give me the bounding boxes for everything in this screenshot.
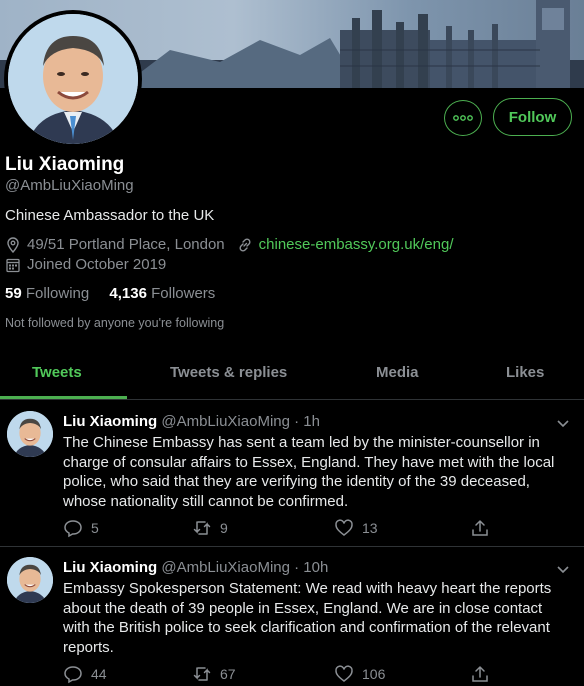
profile-meta-joined-row: Joined October 2019: [5, 256, 166, 273]
location-pin-icon: [5, 236, 21, 253]
tweet-item[interactable]: Liu Xiaoming @AmbLiuXiaoMing · 1h The Ch…: [0, 401, 584, 547]
profile-tabs: Tweets Tweets & replies Media Likes: [0, 350, 584, 400]
tab-tweets[interactable]: Tweets: [32, 364, 82, 381]
tweet-header: Liu Xiaoming @AmbLiuXiaoMing · 10h: [63, 559, 328, 576]
tweet-author-name[interactable]: Liu Xiaoming: [63, 413, 157, 430]
reply-icon: [63, 518, 83, 538]
not-followed-note: Not followed by anyone you're following: [5, 316, 225, 330]
share-button[interactable]: [470, 664, 498, 684]
link-icon: [237, 237, 253, 253]
tweet-item[interactable]: Liu Xiaoming @AmbLiuXiaoMing · 10h Embas…: [0, 547, 584, 686]
following-link[interactable]: 59 Following: [5, 285, 89, 302]
reply-button[interactable]: 5: [63, 518, 99, 538]
chevron-down-icon[interactable]: [556, 562, 570, 576]
tweet-author-name[interactable]: Liu Xiaoming: [63, 559, 157, 576]
heart-icon: [334, 664, 354, 684]
profile-website-link[interactable]: chinese-embassy.org.uk/eng/: [259, 236, 454, 253]
tab-tweets-and-replies[interactable]: Tweets & replies: [170, 364, 287, 381]
tweet-header: Liu Xiaoming @AmbLiuXiaoMing · 1h: [63, 413, 320, 430]
profile-name: Liu Xiaoming: [5, 154, 125, 175]
tweet-text: The Chinese Embassy has sent a team led …: [63, 434, 555, 510]
share-icon: [470, 664, 490, 684]
retweet-button[interactable]: 67: [192, 664, 236, 684]
follow-counts: 59 Following 4,136 Followers: [5, 285, 215, 302]
like-button[interactable]: 13: [334, 518, 378, 538]
profile-location: 49/51 Portland Place, London: [27, 236, 225, 253]
profile-handle: @AmbLiuXiaoMing: [5, 177, 134, 194]
tab-likes[interactable]: Likes: [506, 364, 544, 381]
avatar-photo: [8, 14, 138, 144]
chevron-down-icon[interactable]: [556, 416, 570, 430]
calendar-icon: [5, 257, 21, 273]
reply-button[interactable]: 44: [63, 664, 107, 684]
tweet-author-handle: @AmbLiuXiaoMing: [161, 413, 290, 430]
tweet-avatar[interactable]: [7, 411, 53, 457]
retweet-button[interactable]: 9: [192, 518, 228, 538]
tab-media[interactable]: Media: [376, 364, 419, 381]
profile-avatar[interactable]: [4, 10, 142, 148]
profile-joined: Joined October 2019: [27, 256, 167, 273]
retweet-icon: [192, 518, 212, 538]
tweet-text: Embassy Spokesperson Statement: We read …: [63, 580, 552, 656]
tweet-author-handle: @AmbLiuXiaoMing: [161, 559, 290, 576]
profile-bio: Chinese Ambassador to the UK: [5, 207, 215, 224]
tweet-time[interactable]: · 1h: [294, 413, 320, 430]
tweet-avatar[interactable]: [7, 557, 53, 603]
more-dots-icon: [453, 115, 473, 121]
active-tab-indicator: [0, 396, 127, 399]
reply-icon: [63, 664, 83, 684]
profile-meta-location-row: 49/51 Portland Place, London chinese-emb…: [5, 236, 453, 253]
share-button[interactable]: [470, 518, 498, 538]
follow-button[interactable]: Follow: [493, 98, 572, 136]
like-button[interactable]: 106: [334, 664, 385, 684]
followers-link[interactable]: 4,136 Followers: [109, 285, 215, 302]
more-options-button[interactable]: [444, 100, 482, 136]
heart-icon: [334, 518, 354, 538]
share-icon: [470, 518, 490, 538]
retweet-icon: [192, 664, 212, 684]
tweet-time[interactable]: · 10h: [294, 559, 328, 576]
